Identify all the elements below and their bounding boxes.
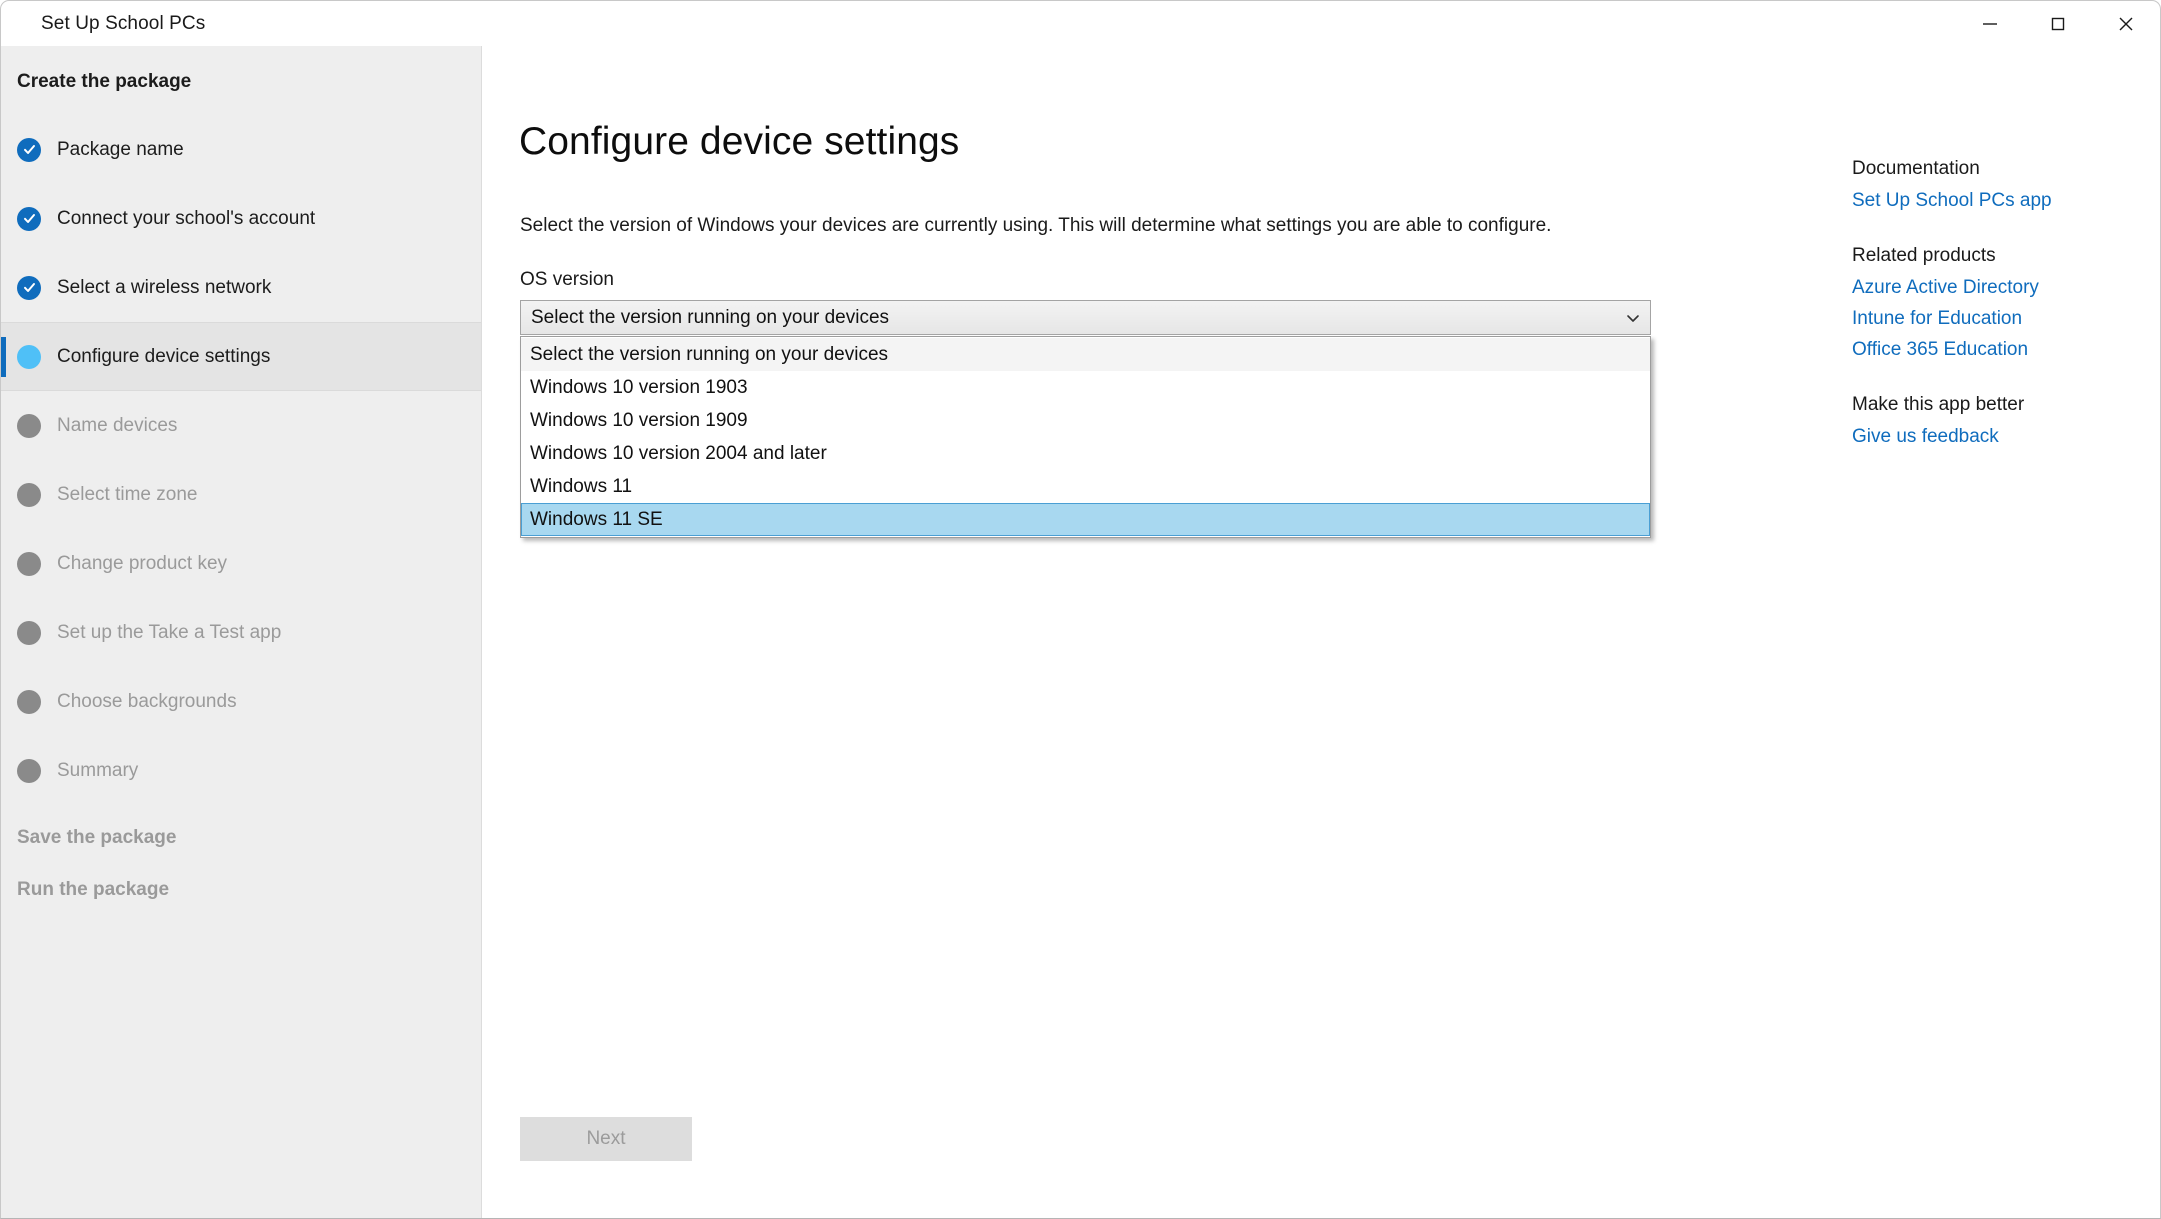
sidebar-item-summary[interactable]: Summary (1, 736, 481, 805)
sidebar-item-label: Summary (57, 759, 139, 781)
sidebar-item-label: Change product key (57, 552, 228, 574)
page-description: Select the version of Windows your devic… (520, 215, 1552, 236)
link-intune-for-education[interactable]: Intune for Education (1852, 308, 2102, 330)
sidebar-item-configure-device-settings[interactable]: Configure device settings (1, 322, 481, 391)
sidebar-item-label: Package name (57, 138, 184, 160)
minimize-button[interactable] (1956, 1, 2024, 46)
window-controls (1956, 1, 2160, 46)
sidebar-item-connect-your-schools-account[interactable]: Connect your school's account (1, 184, 481, 253)
documentation-heading: Documentation (1852, 158, 1980, 179)
related-products-heading: Related products (1852, 245, 1996, 266)
pending-step-circle-icon (17, 620, 41, 645)
close-button[interactable] (2092, 1, 2160, 46)
dropdown-option[interactable]: Windows 10 version 1903 (521, 371, 1650, 404)
dropdown-option[interactable]: Windows 10 version 2004 and later (521, 437, 1650, 470)
content-area: Create the package Package name Connect … (0, 46, 2161, 1219)
pending-step-circle-icon (17, 689, 41, 714)
sidebar-item-select-a-wireless-network[interactable]: Select a wireless network (1, 253, 481, 322)
link-azure-active-directory[interactable]: Azure Active Directory (1852, 277, 2102, 299)
link-office-365-education[interactable]: Office 365 Education (1852, 339, 2102, 361)
sidebar-item-label: Set up the Take a Test app (57, 621, 282, 643)
link-give-us-feedback[interactable]: Give us feedback (1852, 426, 2102, 448)
sidebar-item-label: Name devices (57, 414, 178, 436)
help-block-feedback: Make this app better Give us feedback (1852, 394, 2102, 448)
sidebar-item-label: Choose backgrounds (57, 690, 237, 712)
dropdown-option[interactable]: Select the version running on your devic… (521, 338, 1650, 371)
pending-step-circle-icon (17, 482, 41, 507)
main-pane: Configure device settings Select the ver… (482, 46, 2160, 1218)
minimize-icon (1979, 13, 2001, 35)
check-circle-icon (17, 275, 41, 300)
title-bar: Set Up School PCs (0, 0, 2161, 46)
next-button[interactable]: Next (520, 1117, 692, 1161)
check-circle-icon (17, 206, 41, 231)
dropdown-option[interactable]: Windows 11 (521, 470, 1650, 503)
sidebar-item-label: Connect your school's account (57, 207, 316, 229)
sidebar-item-set-up-the-take-a-test-app[interactable]: Set up the Take a Test app (1, 598, 481, 667)
os-version-dropdown-list: Select the version running on your devic… (520, 336, 1651, 538)
help-rail: Documentation Set Up School PCs app Rela… (1852, 158, 2102, 457)
chevron-down-icon (1616, 310, 1650, 326)
application-window: Set Up School PCs Create the package Pac… (0, 0, 2161, 1219)
sidebar-item-package-name[interactable]: Package name (1, 115, 481, 184)
sidebar-item-name-devices[interactable]: Name devices (1, 391, 481, 460)
os-version-combobox[interactable]: Select the version running on your devic… (520, 300, 1651, 335)
os-version-label: OS version (520, 269, 614, 290)
help-block-related-products: Related products Azure Active Directory … (1852, 245, 2102, 361)
link-set-up-school-pcs-app[interactable]: Set Up School PCs app (1852, 190, 2102, 212)
close-icon (2115, 13, 2137, 35)
sidebar-item-label: Select a wireless network (57, 276, 272, 298)
window-title: Set Up School PCs (41, 12, 206, 34)
os-version-selected-value: Select the version running on your devic… (531, 306, 890, 328)
current-step-circle-icon (17, 344, 41, 369)
sidebar-group-save-the-package: Save the package (17, 827, 177, 848)
maximize-icon (2047, 13, 2069, 35)
page-title: Configure device settings (519, 120, 960, 164)
maximize-button[interactable] (2024, 1, 2092, 46)
sidebar-group-create-the-package: Create the package (17, 71, 192, 92)
pending-step-circle-icon (17, 758, 41, 783)
sidebar-item-choose-backgrounds[interactable]: Choose backgrounds (1, 667, 481, 736)
sidebar-item-label: Configure device settings (57, 345, 271, 367)
feedback-heading: Make this app better (1852, 394, 2025, 415)
pending-step-circle-icon (17, 413, 41, 438)
sidebar-group-run-the-package: Run the package (17, 879, 170, 900)
help-block-documentation: Documentation Set Up School PCs app (1852, 158, 2102, 212)
sidebar-item-change-product-key[interactable]: Change product key (1, 529, 481, 598)
dropdown-option[interactable]: Windows 10 version 1909 (521, 404, 1650, 437)
sidebar-item-select-time-zone[interactable]: Select time zone (1, 460, 481, 529)
check-circle-icon (17, 137, 41, 162)
pending-step-circle-icon (17, 551, 41, 576)
dropdown-option-selected[interactable]: Windows 11 SE (521, 503, 1650, 536)
sidebar-item-label: Select time zone (57, 483, 198, 505)
os-version-combobox-wrapper: Select the version running on your devic… (520, 300, 1651, 538)
sidebar-navigation: Create the package Package name Connect … (1, 46, 482, 1218)
